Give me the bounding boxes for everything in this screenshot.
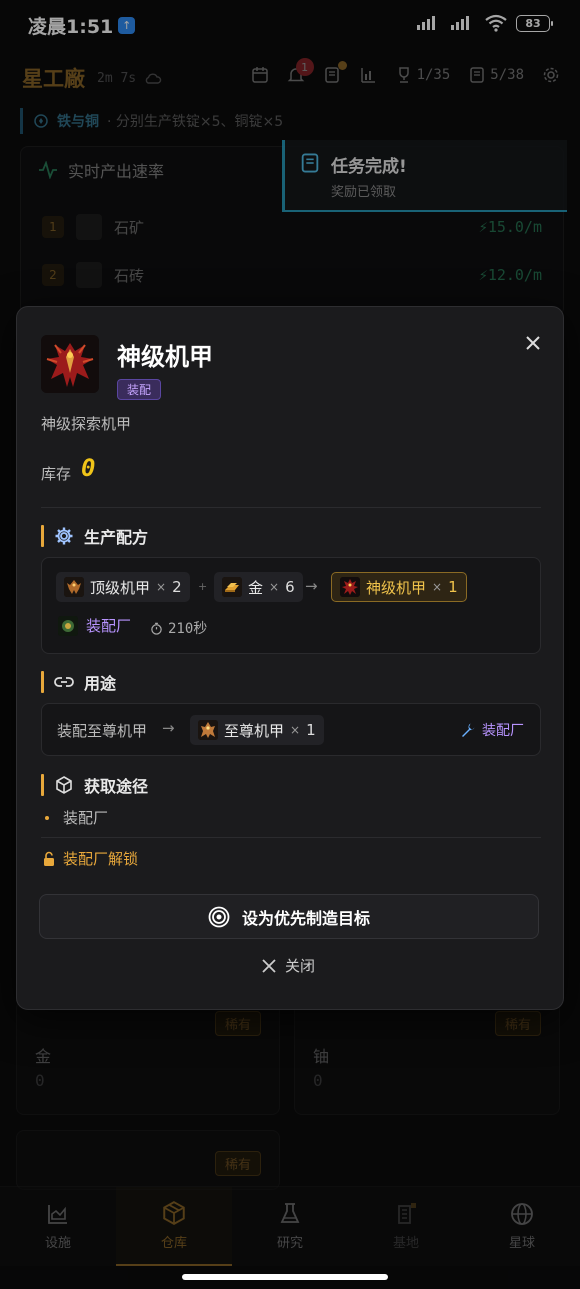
wrench-icon [462,723,475,737]
usage-description: 装配至尊机甲 [57,722,148,740]
home-indicator[interactable] [182,1274,388,1280]
ingredient-name: 顶级机甲 [90,578,151,597]
usage-target-chip[interactable]: 至尊机甲 × 1 [190,715,324,745]
mech-icon [41,335,99,393]
gear-icon [55,527,73,545]
gold-ingot-icon [222,577,242,597]
recipe-input-chip[interactable]: 金 × 6 [214,572,303,602]
supreme-mech-icon [198,720,218,740]
section-marker [41,525,44,547]
top-mech-icon [64,577,84,597]
stock-value: 0 [81,454,96,482]
link-icon [54,677,74,687]
source-section-heading: 获取途径 [41,773,148,797]
item-title: 神级机甲 [117,343,213,371]
recipe-input-chip[interactable]: 顶级机甲 × 2 [56,572,190,602]
recipe-factory[interactable]: 装配厂 [58,615,131,636]
target-name: 至尊机甲 [224,721,285,740]
plus-sign: + [198,580,208,593]
recipe-output-chip[interactable]: 神级机甲 × 1 [331,572,467,602]
output-qty: 1 [448,578,458,596]
ingredient-qty: 2 [172,578,182,596]
close-button[interactable]: 关闭 [261,955,315,976]
output-name: 神级机甲 [366,578,427,597]
stock-label: 库存 [41,465,72,483]
recipe-duration: 210秒 [150,618,207,638]
item-detail-modal: 神级机甲 装配 神级探索机甲 库存 0 生产配方 顶级机甲 × 2 + 金 × … [16,306,564,1010]
source-item: 装配厂 [45,807,108,828]
target-qty: 1 [306,721,316,739]
set-priority-target-button[interactable]: 设为优先制造目标 [39,894,539,939]
cube-icon [56,776,72,794]
bullet [45,815,49,820]
ingredient-qty: 6 [285,578,295,596]
item-description: 神级探索机甲 [41,415,132,433]
mech-icon [340,577,360,597]
divider [41,507,541,508]
unlock-requirement: 装配厂解锁 [41,848,138,869]
close-icon[interactable] [521,331,545,355]
recipe-section-heading: 生产配方 [41,524,148,548]
close-icon [262,958,276,973]
recipe-box: 顶级机甲 × 2 + 金 × 6 → 神级机甲 × 1 装配厂 210秒 [41,557,541,654]
divider [41,837,541,838]
ingredient-name: 金 [248,578,264,597]
usage-section-heading: 用途 [41,670,116,694]
timer-icon [151,622,162,635]
section-marker [41,774,44,796]
assembly-plant-icon [58,615,78,636]
arrow-right-icon: → [305,577,318,595]
usage-factory[interactable]: 装配厂 [460,720,524,740]
usage-row[interactable]: 装配至尊机甲 → 至尊机甲 × 1 装配厂 [41,703,541,756]
category-badge: 装配 [117,379,162,400]
factory-name: 装配厂 [86,617,132,635]
target-icon [208,906,230,927]
arrow-right-icon: → [162,719,175,737]
section-marker [41,671,44,693]
unlock-icon [44,851,54,866]
